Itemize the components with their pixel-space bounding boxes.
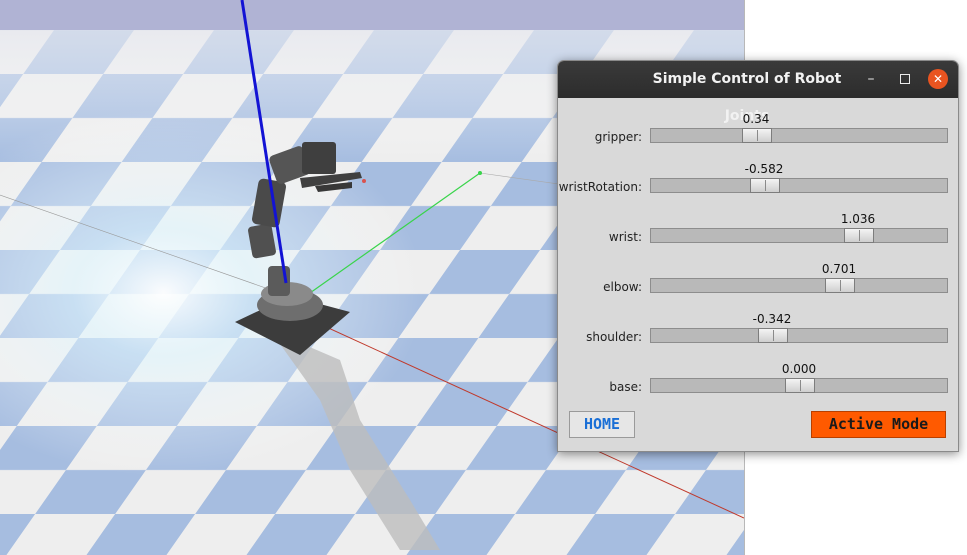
minimize-button[interactable]: – (861, 69, 881, 89)
joint-row-elbow: 0.701 elbow: (558, 252, 958, 302)
joint-row-base: 0.000 base: (558, 352, 958, 402)
elbow-value: 0.701 (821, 262, 857, 276)
maximize-icon (900, 74, 910, 84)
sky (0, 0, 744, 34)
wrist-slider-handle[interactable] (844, 228, 874, 243)
wrist-rotation-slider[interactable] (650, 178, 948, 193)
base-label: base: (609, 380, 642, 394)
joint-row-gripper: 0.34 gripper: (558, 102, 958, 152)
base-slider-handle[interactable] (785, 378, 815, 393)
home-button[interactable]: HOME (569, 411, 635, 438)
shoulder-slider[interactable] (650, 328, 948, 343)
wrist-value: 1.036 (840, 212, 876, 226)
gripper-label: gripper: (594, 130, 642, 144)
close-button[interactable]: ✕ (928, 69, 948, 89)
gripper-slider[interactable] (650, 128, 948, 143)
shoulder-value: -0.342 (752, 312, 792, 326)
base-value: 0.000 (781, 362, 817, 376)
wrist-rotation-value: -0.582 (744, 162, 784, 176)
title-bar[interactable]: Simple Control of Robot Joints – ✕ (558, 61, 958, 124)
elbow-slider-handle[interactable] (825, 278, 855, 293)
elbow-label: elbow: (603, 280, 642, 294)
maximize-button[interactable] (895, 69, 915, 89)
gripper-value: 0.34 (742, 112, 770, 126)
base-slider[interactable] (650, 378, 948, 393)
joint-row-shoulder: -0.342 shoulder: (558, 302, 958, 352)
gripper-slider-handle[interactable] (742, 128, 772, 143)
joint-row-wrist: 1.036 wrist: (558, 202, 958, 252)
wrist-slider[interactable] (650, 228, 948, 243)
shoulder-slider-handle[interactable] (758, 328, 788, 343)
elbow-slider[interactable] (650, 278, 948, 293)
shoulder-label: shoulder: (586, 330, 642, 344)
joint-row-wrist-rotation: -0.582 wristRotation: (558, 152, 958, 202)
wrist-label: wrist: (608, 230, 642, 244)
wrist-rotation-slider-handle[interactable] (750, 178, 780, 193)
robot-joint-control-window: Simple Control of Robot Joints – ✕ 0.34 g… (557, 60, 959, 452)
wrist-rotation-label: wristRotation: (558, 180, 642, 194)
active-mode-button[interactable]: Active Mode (811, 411, 946, 438)
